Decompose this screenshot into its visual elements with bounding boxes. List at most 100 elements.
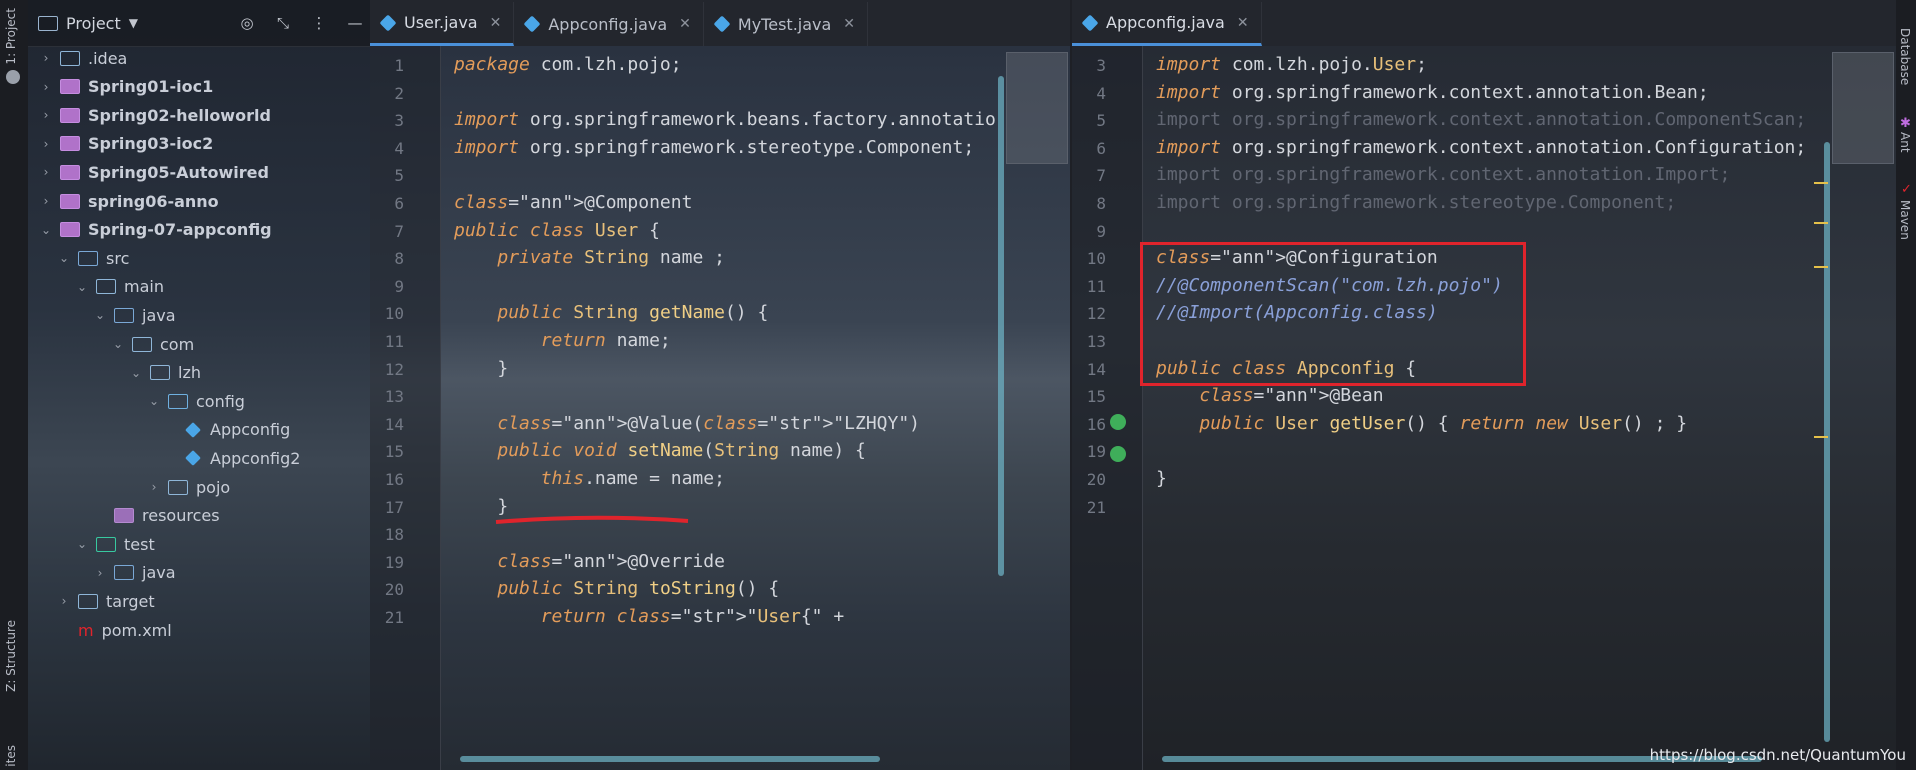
left-tool-strip: 1: Project Z: Structure ites <box>0 0 29 770</box>
tree-item[interactable]: › spring06-anno <box>38 186 219 216</box>
editor-tab[interactable]: MyTest.java ✕ <box>704 2 869 46</box>
chevron-down-icon[interactable]: ⌄ <box>74 280 90 294</box>
tree-item[interactable]: ⌄ com <box>110 329 194 359</box>
tree-item[interactable]: › Spring02-helloworld <box>38 100 271 130</box>
close-icon[interactable]: ✕ <box>843 16 855 32</box>
tree-item[interactable]: resources <box>92 501 220 531</box>
chevron-right-icon[interactable]: › <box>38 137 54 151</box>
line-number: 14 <box>384 414 404 434</box>
tab-label: Appconfig.java <box>548 14 668 34</box>
code-line: import org.springframework.beans.factory… <box>454 109 996 131</box>
database-tool-label[interactable]: Database <box>1898 28 1912 85</box>
locate-icon[interactable]: ◎ <box>236 12 258 34</box>
tree-item[interactable]: ⌄ main <box>74 272 164 302</box>
spring-bean-gutter-icon[interactable] <box>1110 446 1126 462</box>
folder-icon <box>78 250 98 266</box>
chevron-down-icon[interactable]: ⌄ <box>128 366 144 380</box>
close-icon[interactable]: ✕ <box>490 15 502 31</box>
project-tool-label[interactable]: 1: Project <box>4 8 18 65</box>
chevron-right-icon[interactable]: › <box>56 594 72 608</box>
maven-icon[interactable]: ✓ <box>1901 182 1912 197</box>
tree-item[interactable]: Appconfig2 <box>164 443 300 473</box>
left-code-editor[interactable]: 1 package com.lzh.pojo; 2 3 import org.sprin… <box>370 46 1070 770</box>
editor-tab[interactable]: User.java ✕ <box>370 2 515 46</box>
warning-marker[interactable] <box>1814 436 1828 438</box>
tree-item[interactable]: ⌄ config <box>146 386 245 416</box>
tree-item-label: Appconfig <box>210 420 291 440</box>
code-line: return name; <box>540 330 671 351</box>
chevron-right-icon[interactable]: › <box>38 194 54 208</box>
tree-item[interactable]: ⌄ src <box>56 243 129 273</box>
line-number: 6 <box>394 194 404 213</box>
project-title[interactable]: Project <box>66 14 121 33</box>
java-class-icon <box>185 421 201 438</box>
chevron-right-icon[interactable]: › <box>38 108 54 122</box>
chevron-down-icon[interactable]: ⌄ <box>38 223 54 237</box>
tree-item[interactable]: › Spring01-ioc1 <box>38 72 214 102</box>
vertical-scrollbar[interactable] <box>1824 142 1830 742</box>
code-line: import org.springframework.context.annot… <box>1156 136 1807 158</box>
code-line: public class User { <box>454 219 660 241</box>
horizontal-scrollbar[interactable] <box>460 756 880 762</box>
warning-marker[interactable] <box>1814 182 1828 184</box>
spring-bean-gutter-icon[interactable] <box>1110 414 1126 430</box>
code-line: } <box>454 357 509 379</box>
chevron-right-icon[interactable]: › <box>38 165 54 179</box>
tree-item[interactable]: › Spring03-ioc2 <box>38 129 214 159</box>
close-icon[interactable]: ✕ <box>1237 15 1249 31</box>
chevron-right-icon[interactable]: › <box>92 566 108 580</box>
chevron-down-icon[interactable]: ▼ <box>129 16 138 30</box>
line-number: 7 <box>394 221 404 241</box>
chevron-down-icon[interactable]: ⌄ <box>56 251 72 265</box>
tab-label: MyTest.java <box>737 14 832 34</box>
chevron-down-icon[interactable]: ⌄ <box>110 337 126 351</box>
warning-marker[interactable] <box>1814 266 1828 268</box>
close-icon[interactable]: ✕ <box>679 16 691 32</box>
ant-icon[interactable]: ✱ <box>1900 116 1911 131</box>
more-options-icon[interactable]: ⋮ <box>308 12 330 34</box>
structure-tool-label[interactable]: Z: Structure <box>4 620 18 692</box>
minimap[interactable] <box>1006 52 1068 164</box>
tree-item-label: java <box>142 305 176 325</box>
java-class-icon <box>523 15 541 33</box>
minimize-icon[interactable]: — <box>344 12 366 34</box>
tree-item[interactable]: › .idea <box>38 43 128 73</box>
chevron-right-icon[interactable]: › <box>38 80 54 94</box>
editor-tab[interactable]: Appconfig.java ✕ <box>1072 2 1262 46</box>
right-code-editor[interactable]: 3 import com.lzh.pojo.User; 4 import org.sp… <box>1072 46 1896 770</box>
tree-item[interactable]: ⌄ lzh <box>128 358 201 388</box>
vertical-scrollbar[interactable] <box>998 76 1004 576</box>
tree-item[interactable]: › pojo <box>146 472 231 502</box>
tree-item[interactable]: › Spring05-Autowired <box>38 157 269 187</box>
editor-tab[interactable]: Appconfig.java ✕ <box>514 2 704 46</box>
line-number: 20 <box>1086 470 1106 489</box>
warning-marker[interactable] <box>1814 222 1828 224</box>
line-number: 19 <box>1086 442 1106 462</box>
folder-icon <box>60 50 80 66</box>
highlight-box <box>1140 242 1526 386</box>
favorites-tool-label[interactable]: ites <box>4 745 18 767</box>
chevron-down-icon[interactable]: ⌄ <box>74 537 90 551</box>
tree-item[interactable]: ⌄ java <box>92 300 176 330</box>
tree-item[interactable]: m pom.xml <box>56 615 172 645</box>
tree-item[interactable]: ⌄ Spring-07-appconfig <box>38 215 272 245</box>
code-line: import org.springframework.stereotype.Co… <box>1156 192 1677 213</box>
ant-tool-label[interactable]: Ant <box>1898 132 1912 153</box>
line-number: 4 <box>1096 83 1106 103</box>
collapse-all-icon[interactable]: ⤡ <box>272 12 294 34</box>
chevron-down-icon[interactable]: ⌄ <box>92 308 108 322</box>
tree-item[interactable]: ⌄ test <box>74 529 155 559</box>
line-number: 15 <box>384 442 404 462</box>
watermark: https://blog.csdn.net/QuantumYou <box>1649 746 1906 764</box>
line-number: 11 <box>384 332 404 351</box>
line-number: 14 <box>1086 359 1106 379</box>
chevron-right-icon[interactable]: › <box>38 51 54 65</box>
chevron-down-icon[interactable]: ⌄ <box>146 394 162 408</box>
minimap[interactable] <box>1832 52 1894 164</box>
chevron-right-icon[interactable]: › <box>146 480 162 494</box>
maven-tool-label[interactable]: Maven <box>1898 200 1912 240</box>
tree-item[interactable]: › java <box>92 558 176 588</box>
tree-item[interactable]: › target <box>56 586 155 616</box>
tree-item[interactable]: Appconfig <box>164 415 290 445</box>
tree-item-label: main <box>124 277 164 297</box>
